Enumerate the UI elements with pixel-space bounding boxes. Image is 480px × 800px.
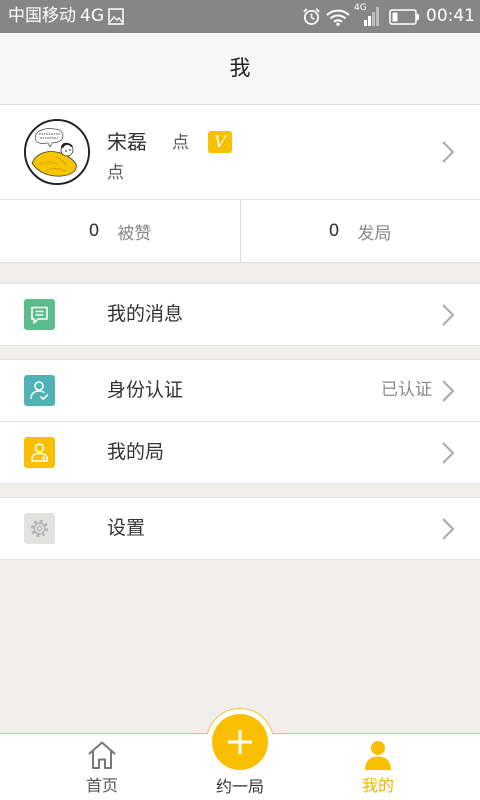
menu-item-label: 我的消息: [107, 303, 184, 325]
posted-games-stat[interactable]: 0 发局: [240, 200, 480, 262]
status-bar: 中国移动 4G 4G 00:41: [0, 0, 480, 33]
wifi-icon: [326, 8, 350, 26]
likes-stat[interactable]: 0 被赞: [0, 200, 240, 262]
menu-item-my-games[interactable]: 我的局: [0, 422, 480, 483]
user-name: 宋磊: [107, 130, 147, 154]
avatar[interactable]: [24, 119, 90, 185]
plus-icon: [226, 728, 254, 756]
home-icon: [86, 740, 118, 770]
stats-row: 0 被赞 0 发局: [0, 200, 480, 263]
profile-row[interactable]: 宋磊 点 V 点: [0, 105, 480, 200]
posted-games-label: 发局: [357, 223, 392, 244]
chevron-right-icon: [441, 379, 455, 403]
message-icon: [24, 299, 55, 330]
user-level-text: 点: [172, 133, 189, 153]
signal-icon: [352, 5, 380, 27]
menu-section-settings: 设置: [0, 497, 480, 560]
tab-mine[interactable]: 我的: [328, 734, 428, 800]
person-icon: [362, 740, 394, 770]
likes-label: 被赞: [117, 223, 152, 244]
likes-count: 0: [88, 221, 100, 241]
clock-time: 00:41: [426, 6, 475, 26]
tab-mine-label: 我的: [361, 776, 394, 795]
tab-home[interactable]: 首页: [52, 734, 152, 800]
tab-home-label: 首页: [85, 776, 118, 795]
image-icon: [108, 8, 124, 25]
menu-item-messages[interactable]: 我的消息: [0, 284, 480, 345]
posted-games-count: 0: [328, 221, 340, 241]
menu-item-identity[interactable]: 身份认证 已认证: [0, 360, 480, 421]
identity-icon: [24, 375, 55, 406]
chevron-right-icon: [441, 303, 455, 327]
menu-item-settings[interactable]: 设置: [0, 498, 480, 559]
my-games-icon: [24, 437, 55, 468]
menu-item-label: 我的局: [107, 441, 165, 463]
chevron-right-icon: [441, 517, 455, 541]
network-type: 4G: [80, 6, 104, 26]
alarm-icon: [302, 7, 321, 26]
menu-section-account: 身份认证 已认证 我的局: [0, 359, 480, 484]
battery-icon: [389, 9, 420, 25]
page-title: 我: [229, 56, 251, 80]
chevron-right-icon: [441, 140, 455, 164]
gear-icon: [24, 513, 55, 544]
page-header: 我: [0, 33, 480, 105]
menu-section-messages: 我的消息: [0, 283, 480, 346]
carrier-name: 中国移动: [8, 6, 76, 26]
menu-item-label: 身份认证: [107, 379, 184, 401]
verification-status: 已认证: [381, 380, 432, 400]
menu-item-label: 设置: [107, 517, 146, 539]
user-subtitle: 点: [107, 163, 124, 183]
create-game-label: 约一局: [215, 777, 264, 796]
verified-badge: V: [208, 131, 232, 153]
create-game-button[interactable]: [212, 714, 268, 770]
chevron-right-icon: [441, 441, 455, 465]
